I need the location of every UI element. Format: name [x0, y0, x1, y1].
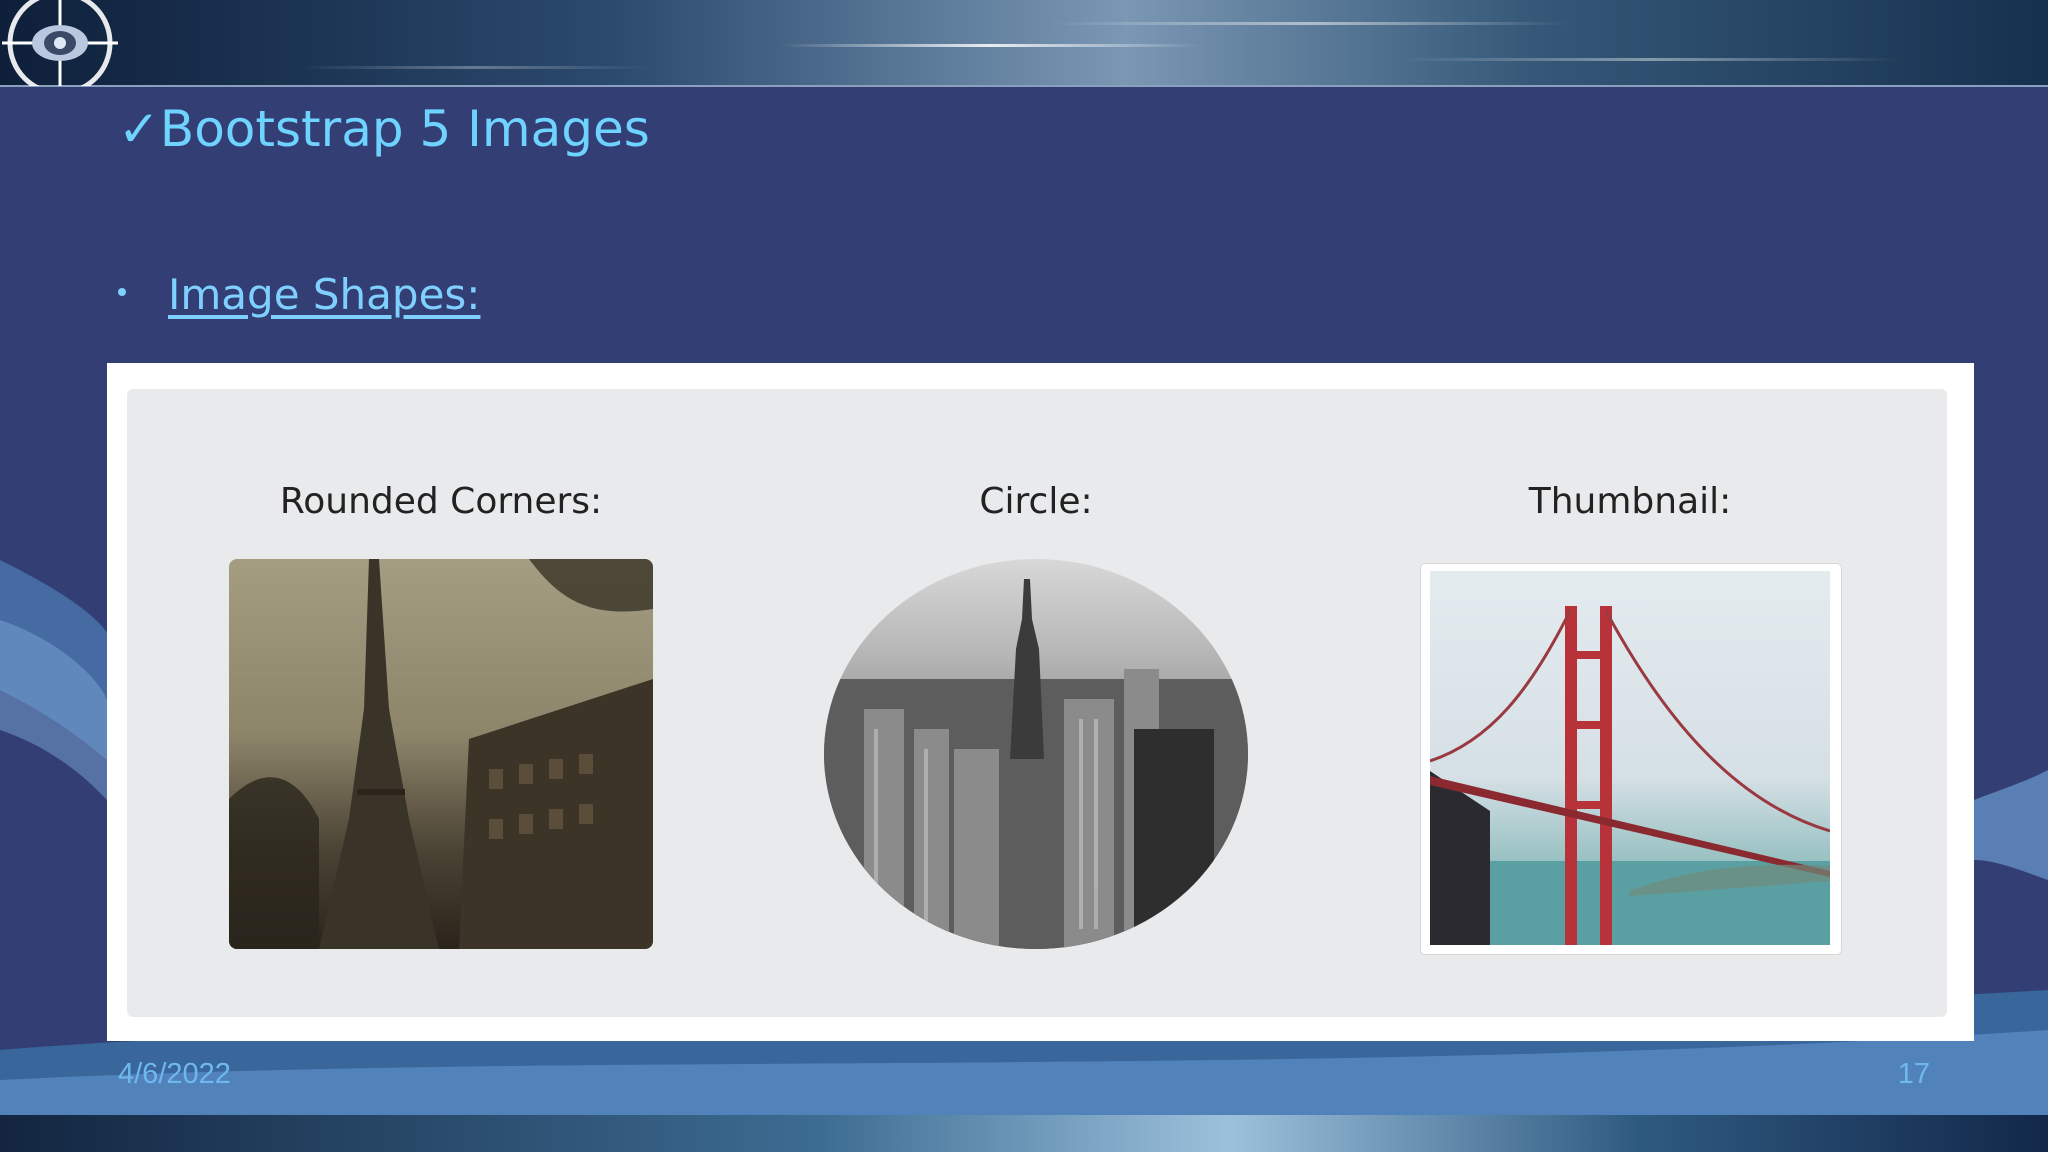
image-shapes-link[interactable]: Image Shapes: — [168, 270, 480, 319]
page-number: 17 — [1897, 1058, 1930, 1090]
bottom-banner — [0, 1115, 2048, 1152]
rounded-corners-image — [229, 559, 653, 949]
slide-title: ✓Bootstrap 5 Images — [118, 100, 650, 158]
caption-circle: Circle: — [979, 481, 1093, 522]
bullet-dot-icon — [118, 287, 126, 296]
caption-thumbnail: Thumbnail: — [1528, 481, 1732, 522]
circle-image — [824, 559, 1248, 949]
top-banner — [0, 0, 2048, 87]
thumbnail-image — [1430, 571, 1830, 945]
image-shapes-panel: Rounded Corners: Circle: Thumbnail: — [127, 389, 1947, 1017]
footer-date: 4/6/2022 — [118, 1058, 231, 1090]
embedded-screenshot: Rounded Corners: Circle: Thumbnail: — [107, 363, 1974, 1041]
thumbnail-frame — [1420, 563, 1842, 955]
caption-rounded-corners: Rounded Corners: — [279, 481, 603, 522]
target-eye-logo-icon — [2, 0, 118, 86]
slide-title-text: Bootstrap 5 Images — [159, 100, 650, 158]
bullet-item: Image Shapes: — [118, 270, 480, 319]
checkmark-icon: ✓ — [118, 100, 160, 158]
